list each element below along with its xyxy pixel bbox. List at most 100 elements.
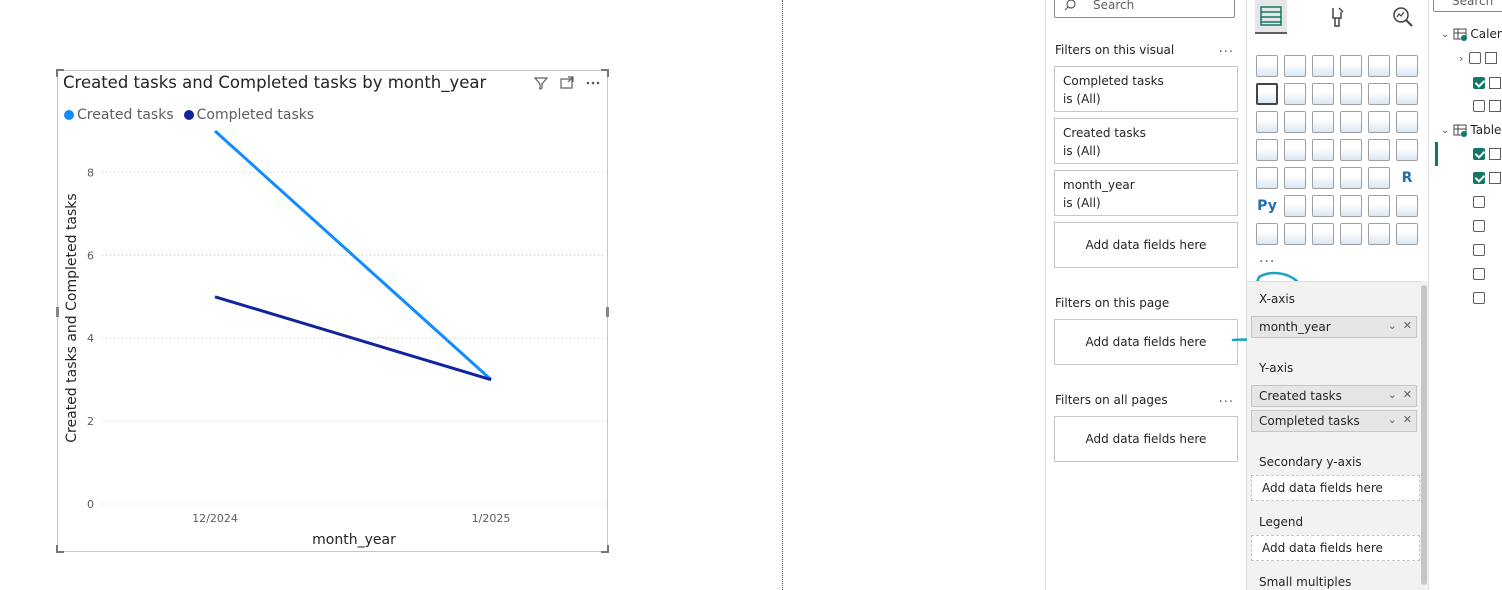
close-icon[interactable]: ✕ bbox=[1403, 413, 1412, 426]
tree-row-field[interactable] bbox=[1473, 192, 1485, 212]
secondary-y-axis-drop-zone[interactable]: Add data fields here bbox=[1251, 475, 1420, 501]
metrics-icon[interactable] bbox=[1340, 223, 1362, 245]
ribbon-chart-icon[interactable] bbox=[1396, 83, 1418, 105]
qa-icon[interactable] bbox=[1340, 195, 1362, 217]
line-clustered-column-icon[interactable] bbox=[1368, 83, 1390, 105]
100-stacked-column-icon[interactable] bbox=[1396, 55, 1418, 77]
filters-on-page-label: Filters on this page bbox=[1055, 296, 1170, 310]
map-icon[interactable] bbox=[1284, 139, 1306, 161]
r-visual-icon[interactable]: R bbox=[1396, 167, 1418, 189]
close-icon[interactable]: ✕ bbox=[1403, 388, 1412, 401]
field-checkbox[interactable] bbox=[1473, 196, 1485, 208]
more-options-icon[interactable]: ... bbox=[1219, 41, 1234, 56]
clustered-column-icon[interactable] bbox=[1340, 55, 1362, 77]
format-visual-tab[interactable] bbox=[1321, 0, 1353, 34]
field-wells: X-axis month_year ⌄ ✕ Y-axis Created task… bbox=[1247, 281, 1420, 590]
card-icon[interactable] bbox=[1396, 139, 1418, 161]
x-tick-label: 1/2025 bbox=[472, 512, 511, 525]
field-checkbox[interactable] bbox=[1473, 100, 1485, 112]
tree-row-field[interactable] bbox=[1473, 240, 1485, 260]
visual-filters-drop-zone[interactable]: Add data fields here bbox=[1054, 222, 1238, 268]
tree-row-field[interactable] bbox=[1473, 288, 1485, 308]
line-chart-icon[interactable] bbox=[1256, 83, 1278, 105]
legend-drop-zone[interactable]: Add data fields here bbox=[1251, 535, 1420, 561]
table-icon bbox=[1453, 124, 1468, 137]
gauge-icon[interactable] bbox=[1368, 139, 1390, 161]
100-stacked-bar-icon[interactable] bbox=[1368, 55, 1390, 77]
line-stacked-column-icon[interactable] bbox=[1340, 83, 1362, 105]
chevron-down-icon[interactable]: ⌄ bbox=[1388, 319, 1397, 332]
python-visual-icon[interactable]: Py bbox=[1256, 195, 1278, 217]
filled-map-icon[interactable] bbox=[1312, 139, 1334, 161]
tree-row-field[interactable] bbox=[1473, 168, 1501, 188]
y-tick-label: 0 bbox=[87, 498, 94, 511]
tree-row-field[interactable] bbox=[1473, 264, 1485, 284]
analytics-tab[interactable] bbox=[1387, 0, 1419, 34]
azure-map-icon[interactable] bbox=[1340, 139, 1362, 161]
funnel-chart-icon[interactable] bbox=[1312, 111, 1334, 133]
tree-row-collapsed[interactable]: › bbox=[1459, 48, 1498, 68]
field-checkbox[interactable] bbox=[1473, 268, 1485, 280]
field-checkbox-checked[interactable] bbox=[1473, 148, 1485, 160]
scroll-thumb[interactable] bbox=[1421, 285, 1427, 585]
y-axis-field-completed-tasks[interactable]: Completed tasks ⌄ ✕ bbox=[1251, 410, 1417, 432]
kpi-icon[interactable] bbox=[1284, 167, 1306, 189]
tree-row-field[interactable] bbox=[1473, 96, 1501, 116]
power-automate-icon[interactable] bbox=[1368, 223, 1390, 245]
more-visual-icon[interactable] bbox=[1396, 223, 1418, 245]
more-visuals-icon[interactable]: ... bbox=[1259, 250, 1275, 266]
field-checkbox[interactable] bbox=[1473, 292, 1485, 304]
pie-icon[interactable] bbox=[1368, 111, 1390, 133]
tree-row-field[interactable] bbox=[1473, 216, 1485, 236]
line-chart-visual[interactable]: Created tasks and Completed tasks by mon… bbox=[56, 69, 609, 553]
key-influencers-icon[interactable] bbox=[1284, 195, 1306, 217]
field-checkbox-checked[interactable] bbox=[1473, 77, 1485, 89]
build-visual-tab[interactable] bbox=[1255, 0, 1287, 34]
donut-icon[interactable] bbox=[1396, 111, 1418, 133]
treemap-icon[interactable] bbox=[1256, 139, 1278, 161]
report-canvas[interactable]: Created tasks and Completed tasks by mon… bbox=[0, 0, 1045, 590]
area-chart-icon[interactable] bbox=[1284, 83, 1306, 105]
table-table[interactable]: ⌄ Table bbox=[1441, 120, 1501, 140]
table-calendar[interactable]: ⌄ Calendar bbox=[1441, 24, 1502, 44]
multirow-card-icon[interactable] bbox=[1256, 167, 1278, 189]
scatter-icon[interactable] bbox=[1340, 111, 1362, 133]
data-search-input[interactable]: Search bbox=[1433, 0, 1502, 12]
search-icon bbox=[1064, 0, 1076, 11]
decomposition-tree-icon[interactable] bbox=[1312, 195, 1334, 217]
clustered-bar-icon[interactable] bbox=[1312, 55, 1334, 77]
tree-row-field[interactable] bbox=[1473, 144, 1501, 164]
field-checkbox[interactable] bbox=[1473, 220, 1485, 232]
field-checkbox-checked[interactable] bbox=[1473, 172, 1485, 184]
stacked-area-icon[interactable] bbox=[1312, 83, 1334, 105]
matrix-icon[interactable] bbox=[1368, 167, 1390, 189]
slicer-icon[interactable] bbox=[1312, 167, 1334, 189]
table-icon[interactable] bbox=[1340, 167, 1362, 189]
stacked-column-icon[interactable] bbox=[1284, 55, 1306, 77]
field-checkbox[interactable] bbox=[1469, 52, 1482, 64]
x-axis-field-month-year[interactable]: month_year ⌄ ✕ bbox=[1251, 316, 1417, 338]
y-tick-label: 4 bbox=[87, 332, 94, 345]
filters-search-input[interactable]: Search bbox=[1054, 0, 1235, 18]
filters-on-visual-label: Filters on this visual bbox=[1055, 43, 1175, 57]
paginated-icon[interactable] bbox=[1256, 223, 1278, 245]
secondary-y-axis-label: Secondary y-axis bbox=[1259, 455, 1362, 469]
power-apps-icon[interactable] bbox=[1312, 223, 1334, 245]
chevron-down-icon: ⌄ bbox=[1441, 28, 1450, 40]
close-icon[interactable]: ✕ bbox=[1403, 319, 1412, 332]
y-axis-field-created-tasks[interactable]: Created tasks ⌄ ✕ bbox=[1251, 385, 1417, 407]
stacked-bar-icon[interactable] bbox=[1256, 55, 1278, 77]
tree-row-field[interactable] bbox=[1473, 73, 1501, 93]
chevron-down-icon[interactable]: ⌄ bbox=[1388, 413, 1397, 426]
waterfall-icon[interactable] bbox=[1256, 111, 1278, 133]
filter-card-created-tasks[interactable]: Created tasks is (All) bbox=[1054, 118, 1238, 164]
field-checkbox[interactable] bbox=[1473, 244, 1485, 256]
filter-card-completed-tasks[interactable]: Completed tasks is (All) bbox=[1054, 66, 1238, 112]
paginated-report-icon[interactable] bbox=[1396, 195, 1418, 217]
smart-narrative-icon[interactable] bbox=[1368, 195, 1390, 217]
filter-card-month-year[interactable]: month_year is (All) bbox=[1054, 170, 1238, 216]
viz-pane-scrollbar[interactable] bbox=[1420, 281, 1428, 590]
card-new-icon[interactable] bbox=[1284, 223, 1306, 245]
funnel-icon[interactable] bbox=[1284, 111, 1306, 133]
chevron-down-icon[interactable]: ⌄ bbox=[1388, 388, 1397, 401]
